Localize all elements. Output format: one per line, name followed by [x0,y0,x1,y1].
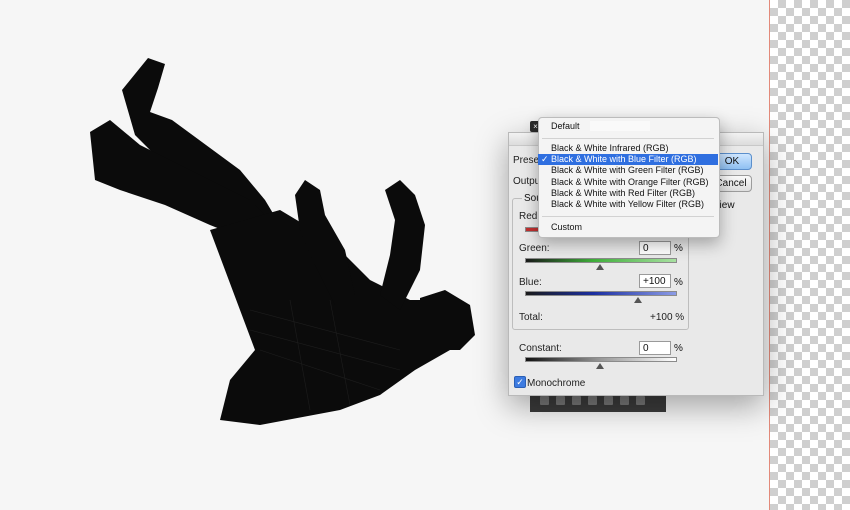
constant-slider-thumb[interactable] [596,363,604,369]
constant-slider[interactable] [525,357,677,362]
transparency-checkerboard [770,0,850,510]
menu-item-preset[interactable]: Black & White with Green Filter (RGB) [538,165,718,176]
link-icon[interactable] [540,396,549,405]
green-label: Green: [519,243,550,254]
monochrome-checkbox[interactable]: ✓ [514,376,526,388]
total-label: Total: [519,312,543,323]
folder-icon[interactable] [604,396,613,405]
green-slider[interactable] [525,258,677,263]
menu-item-preset[interactable]: ✓ Black & White with Blue Filter (RGB) [538,154,718,166]
trash-icon[interactable] [636,396,645,405]
green-slider-thumb[interactable] [596,264,604,270]
menu-item-default[interactable]: Default [538,121,718,132]
monochrome-label: Monochrome [527,378,586,389]
menu-separator [542,138,714,139]
blue-value-field[interactable]: +100 [639,274,671,288]
total-value: +100 % [650,312,685,323]
falling-man-photo [90,58,475,425]
constant-percent: % [674,343,683,354]
blue-slider-thumb[interactable] [633,297,642,303]
new-layer-icon[interactable] [620,396,629,405]
checkmark-icon: ✓ [541,154,549,165]
blue-label: Blue: [519,277,542,288]
menu-item-preset[interactable]: Black & White Infrared (RGB) [538,143,718,154]
menu-item-preset[interactable]: Black & White with Yellow Filter (RGB) [538,199,718,210]
canvas-edge-guide [769,0,770,510]
menu-item-custom[interactable]: Custom [538,222,718,233]
adjustment-icon[interactable] [588,396,597,405]
red-label: Red: [519,211,541,222]
constant-label: Constant: [519,343,562,354]
constant-value-field[interactable]: 0 [639,341,671,355]
menu-item-preset[interactable]: Black & White with Red Filter (RGB) [538,188,718,199]
blue-slider[interactable] [525,291,677,296]
fx-icon[interactable] [556,396,565,405]
green-value-field[interactable]: 0 [639,241,671,255]
blue-percent: % [674,277,683,288]
menu-item-preset[interactable]: Black & White with Orange Filter (RGB) [538,177,718,188]
green-percent: % [674,243,683,254]
mask-icon[interactable] [572,396,581,405]
menu-separator [542,216,714,217]
